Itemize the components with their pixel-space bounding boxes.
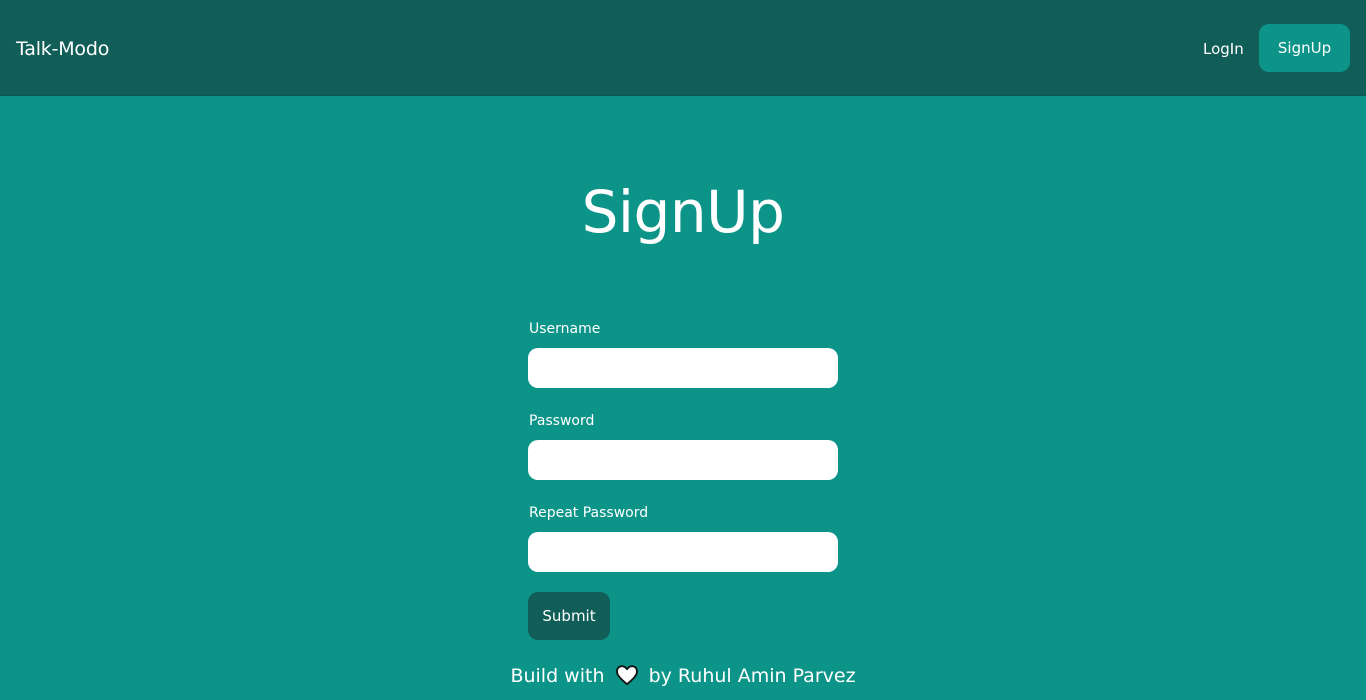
repeat-password-label: Repeat Password [529, 505, 649, 521]
brand-logo-text[interactable]: Talk-Modo [16, 37, 109, 61]
page-title: SignUp [581, 178, 785, 246]
footer-credit: Build with by Ruhul Amin Parvez [0, 663, 1366, 689]
password-label: Password [529, 413, 595, 429]
signup-nav-button[interactable]: SignUp [1259, 24, 1350, 72]
repeat-password-input[interactable] [528, 532, 838, 572]
login-link[interactable]: LogIn [1203, 39, 1244, 59]
footer-prefix: Build with [510, 665, 605, 687]
footer-author: by Ruhul Amin Parvez [648, 665, 856, 687]
username-label: Username [529, 321, 601, 337]
top-navbar: Talk-Modo LogIn SignUp [0, 0, 1366, 96]
password-input[interactable] [528, 440, 838, 480]
submit-button[interactable]: Submit [528, 592, 610, 640]
username-input[interactable] [528, 348, 838, 388]
heart-icon [615, 664, 639, 686]
